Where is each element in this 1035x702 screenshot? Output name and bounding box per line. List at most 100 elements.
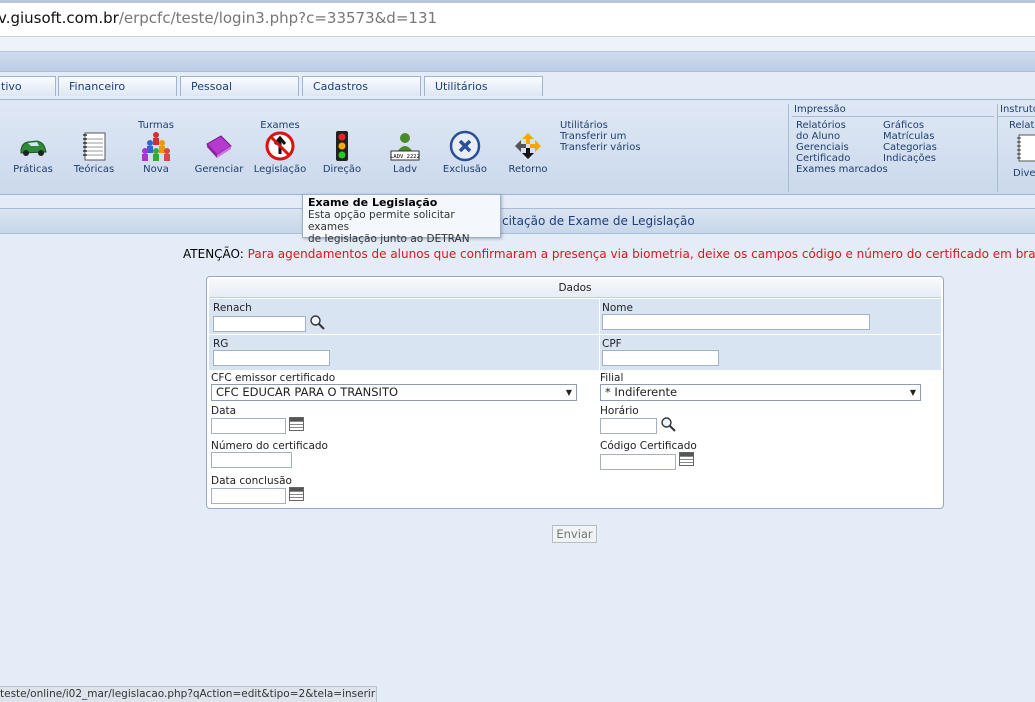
tab-financeiro[interactable]: Financeiro (58, 76, 177, 96)
filial-label: Filial (600, 372, 624, 384)
traffic-light-icon (336, 131, 348, 161)
page-title-bar: citação de Exame de Legislação (0, 208, 1035, 234)
attention-label: ATENÇÃO: (183, 247, 248, 261)
legislacao-label: Legislação (253, 164, 307, 175)
instrutores-label: Diver (1013, 168, 1035, 179)
calendar-icon[interactable] (289, 487, 304, 501)
cfc-emissor-value: CFC EDUCAR PARA O TRANSITO (216, 385, 399, 399)
nome-label: Nome (602, 302, 633, 314)
tab-administrativo[interactable]: tivo (0, 76, 56, 96)
instrutores-group: Instruto Relat Diver (998, 104, 1035, 194)
gerenciar-button[interactable]: Gerenciar (192, 100, 246, 194)
gerenciar-label: Gerenciar (194, 164, 244, 175)
magnifier-icon[interactable] (309, 314, 325, 330)
car-icon (20, 140, 47, 156)
url-path: /erpcfc/teste/login3.php?c=33573&d=131 (118, 9, 438, 27)
address-bar[interactable]: v.giusoft.com.br/erpcfc/teste/login3.php… (0, 0, 1035, 37)
renach-label: Renach (213, 302, 252, 314)
tab-pessoal[interactable]: Pessoal (180, 76, 299, 96)
cfc-emissor-label: CFC emissor certificado (211, 372, 336, 384)
legislacao-tooltip: Exame de Legislação Esta opção permite s… (302, 194, 501, 245)
data-conclusao-label: Data conclusão (211, 475, 292, 487)
categorias-link[interactable]: Categorias (883, 142, 937, 153)
impressao-header: Impressão (792, 104, 994, 117)
data-label: Data (211, 405, 237, 417)
impressao-group: Impressão Relatórios do Aluno Gerenciais… (792, 104, 994, 175)
indicacoes-link[interactable]: Indicações (883, 153, 937, 164)
notebook-icon (83, 132, 106, 161)
nome-input[interactable] (602, 314, 870, 330)
direcao-button[interactable]: Direção (318, 100, 366, 194)
ladv-card-text: LADV 2222 (390, 154, 420, 160)
filial-select[interactable]: * Indiferente ▼ (600, 384, 921, 401)
filial-value: * Indiferente (605, 385, 678, 399)
url-host: v.giusoft.com.br (0, 9, 119, 27)
utilitarios-group: Utilitários Transferir um Transferir vár… (560, 120, 641, 153)
certificado-link[interactable]: Certificado (796, 153, 888, 164)
enviar-button[interactable]: Enviar (552, 525, 597, 543)
matriculas-link[interactable]: Matrículas (883, 131, 937, 142)
gerenciais-link[interactable]: Gerenciais (796, 142, 888, 153)
no-entry-sign-icon (265, 131, 295, 161)
data-input[interactable] (211, 418, 286, 434)
dropdown-arrow-icon: ▼ (565, 388, 572, 397)
retorno-button[interactable]: Retorno (504, 100, 552, 194)
cpf-input[interactable] (602, 350, 719, 366)
retorno-label: Retorno (508, 164, 548, 175)
do-aluno-link[interactable]: do Aluno (796, 131, 888, 142)
relatorios-link[interactable]: Relatórios (796, 120, 888, 131)
ladv-button[interactable]: LADV 2222 Ladv (380, 100, 430, 194)
page-title: citação de Exame de Legislação (502, 214, 695, 228)
renach-input[interactable] (213, 316, 306, 332)
rg-label: RG (213, 338, 229, 350)
exclusao-button[interactable]: Exclusão (440, 100, 490, 194)
numero-certificado-input[interactable] (211, 452, 292, 468)
legislacao-button[interactable]: Exames Legislação (252, 100, 308, 194)
license-card-icon: LADV 2222 (390, 133, 420, 161)
url-text[interactable]: v.giusoft.com.br/erpcfc/teste/login3.php… (0, 9, 437, 27)
header-band (0, 37, 1035, 51)
instrutores-relatorios-link[interactable]: Relat (1009, 120, 1034, 131)
tab-cadastros[interactable]: Cadastros (302, 76, 421, 96)
nova-turma-button[interactable]: Turmas Nova (130, 100, 182, 194)
cfc-emissor-select[interactable]: CFC EDUCAR PARA O TRANSITO ▼ (211, 384, 577, 401)
direcao-label: Direção (322, 164, 362, 175)
tooltip-line-1: Esta opção permite solicitar exames (308, 209, 455, 233)
utilitarios-link[interactable]: Utilitários (560, 120, 641, 131)
header-strip (0, 51, 1035, 72)
tooltip-title: Exame de Legislação (308, 196, 438, 209)
tooltip-line-2: de legislação junto ao DETRAN (308, 233, 470, 245)
group-people-icon (142, 132, 170, 161)
horario-input[interactable] (600, 418, 657, 434)
impressao-col2: Gráficos Matrículas Categorias Indicaçõe… (883, 120, 937, 164)
dados-form: Dados Renach Nome RG CPF CFC emissor cer… (206, 276, 944, 509)
ladv-label: Ladv (393, 164, 417, 175)
calendar-icon[interactable] (289, 417, 304, 431)
data-conclusao-input[interactable] (211, 488, 286, 504)
transferir-varios-link[interactable]: Transferir vários (560, 142, 641, 153)
tab-utilitarios[interactable]: Utilitários (424, 76, 543, 96)
exclusao-label: Exclusão (442, 164, 488, 175)
browser-frame-edge (0, 0, 1035, 3)
cpf-label: CPF (602, 338, 622, 350)
transferir-um-link[interactable]: Transferir um (560, 131, 641, 142)
praticas-label: Práticas (13, 164, 53, 175)
graficos-link[interactable]: Gráficos (883, 120, 937, 131)
eraser-icon (206, 135, 232, 158)
praticas-button[interactable]: Práticas (8, 100, 58, 194)
instrutores-header: Instruto (998, 104, 1035, 117)
delete-x-icon (449, 130, 481, 162)
arrows-return-icon (515, 133, 541, 159)
notebook-icon[interactable] (1016, 134, 1035, 162)
attention-message: ATENÇÃO: Para agendamentos de alunos que… (183, 247, 1035, 261)
magnifier-icon[interactable] (660, 416, 676, 432)
toolbar-separator (788, 104, 789, 192)
exames-marcados-link[interactable]: Exames marcados (796, 164, 888, 175)
status-bar: teste/online/i02_mar/legislacao.php?qAct… (0, 686, 377, 702)
teoricas-button[interactable]: Teóricas (68, 100, 120, 194)
horario-label: Horário (600, 405, 639, 417)
codigo-certificado-input[interactable] (600, 454, 676, 470)
nova-label: Nova (143, 164, 169, 175)
calculator-icon[interactable] (679, 452, 694, 466)
rg-input[interactable] (213, 350, 330, 366)
